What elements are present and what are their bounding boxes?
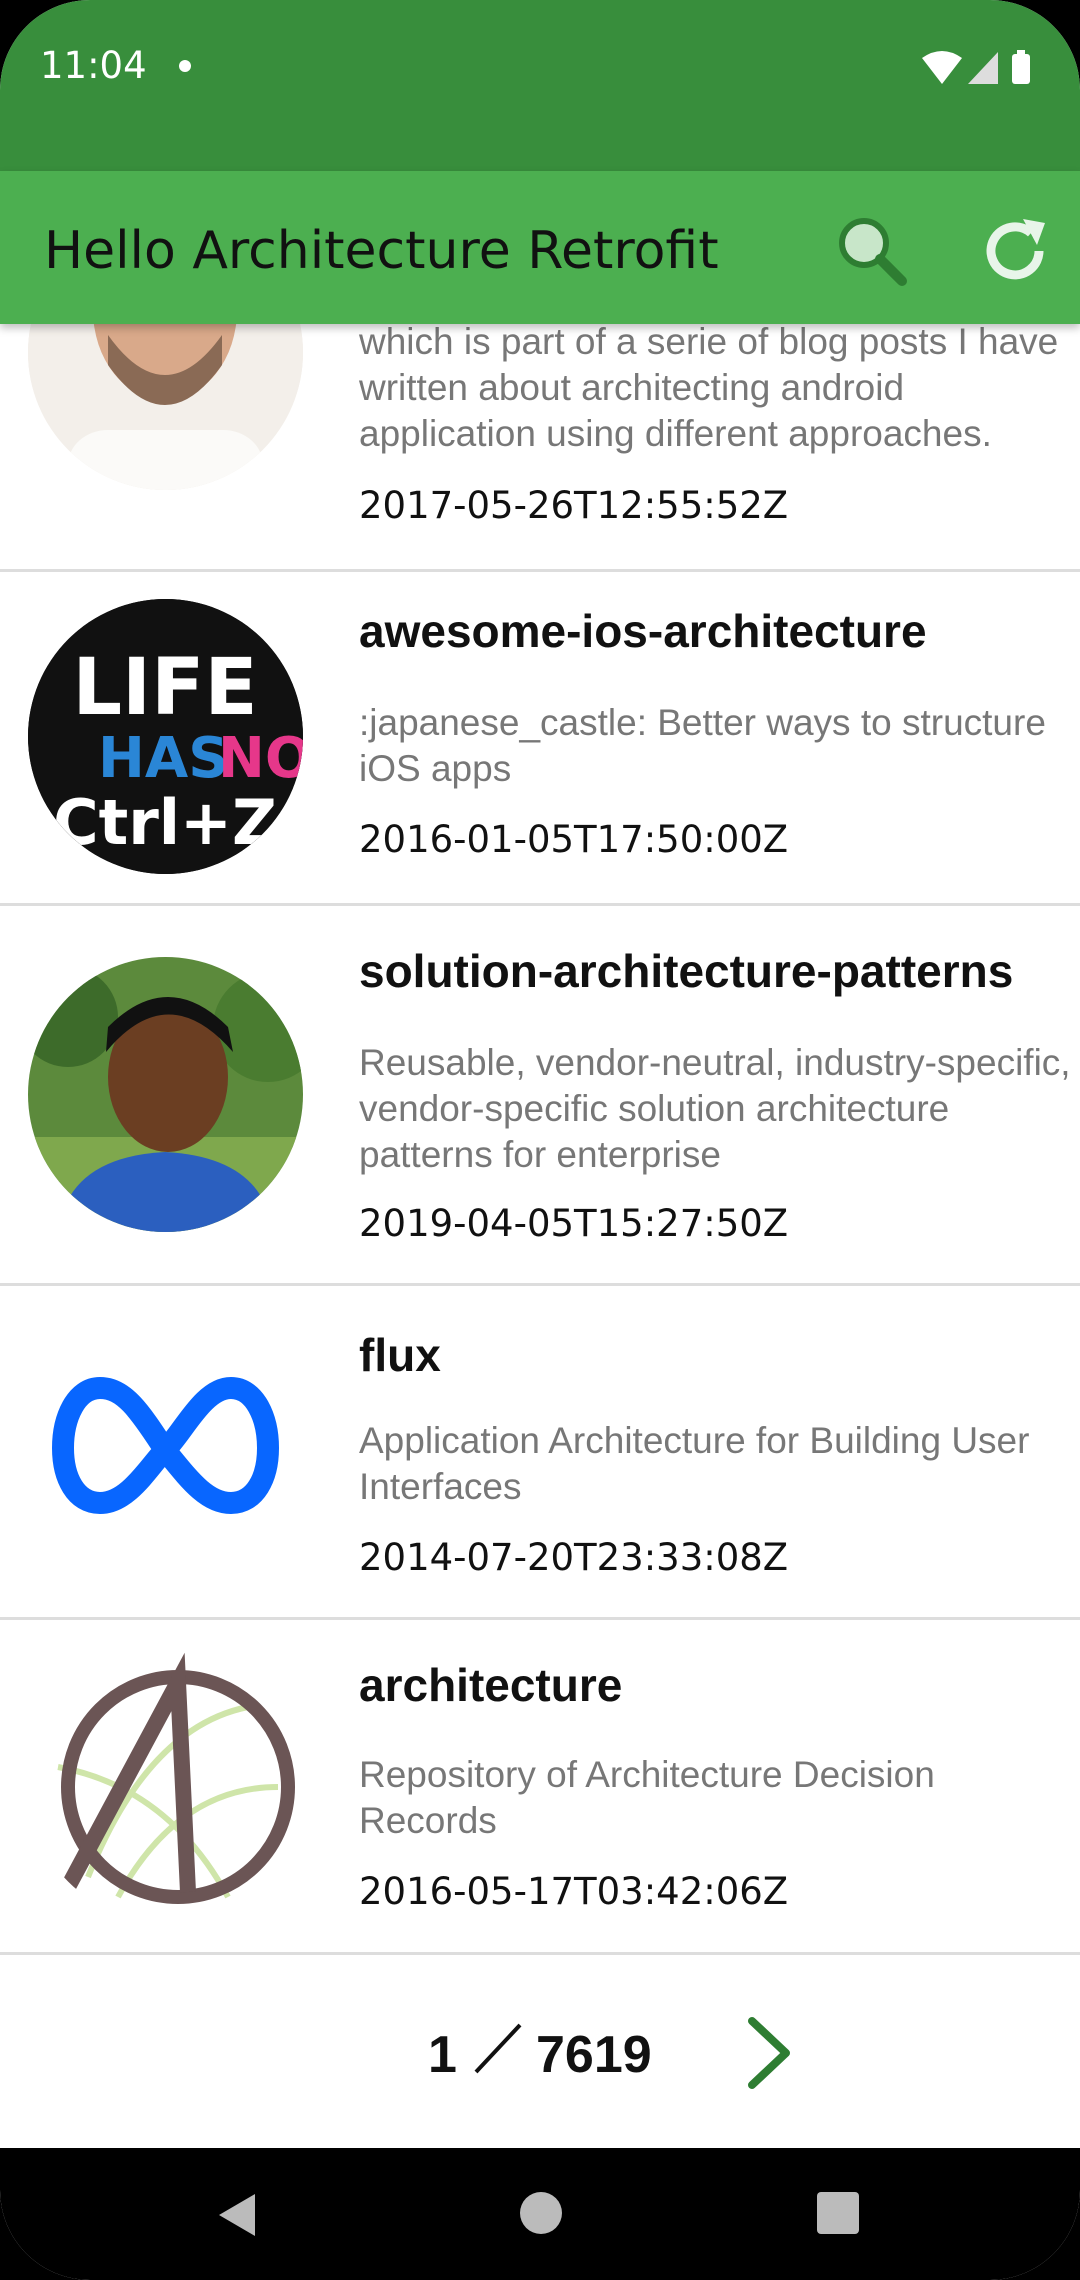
repo-description: Reusable, vendor-neutral, industry-speci…	[359, 1042, 1071, 1175]
refresh-button[interactable]	[975, 211, 1055, 291]
repo-row[interactable]: flux Application Architecture for Buildi…	[0, 1286, 1080, 1620]
home-icon[interactable]	[520, 2192, 562, 2234]
repo-description: Application Architecture for Building Us…	[359, 1420, 1030, 1507]
repo-date: 2017-05-26T12:55:52Z	[359, 484, 789, 527]
page-current: 1	[428, 2026, 457, 2084]
status-bar: 11:04	[0, 0, 1080, 171]
avatar-text: NO	[218, 726, 303, 791]
avatar-text: HAS	[98, 726, 229, 791]
avatar-text: LIFE	[72, 643, 257, 733]
repo-name: flux	[359, 1329, 441, 1381]
back-icon[interactable]	[215, 2190, 259, 2240]
page-total: 7619	[536, 2026, 652, 2084]
battery-icon	[1012, 54, 1030, 84]
repo-row[interactable]: LIFE HAS NO Ctrl+Z awesome-ios-architect…	[0, 572, 1080, 906]
repo-row[interactable]: which is part of a serie of blog posts I…	[0, 324, 1080, 572]
repo-row[interactable]: architecture Repository of Architecture …	[0, 1620, 1080, 1955]
app-title: Hello Architecture Retrofit	[44, 221, 719, 281]
search-icon	[839, 218, 907, 286]
repo-date: 2016-01-05T17:50:00Z	[359, 818, 789, 861]
avatar	[28, 957, 303, 1232]
avatar	[28, 1647, 303, 1922]
system-nav-bar	[0, 2148, 1080, 2280]
search-button[interactable]	[832, 211, 912, 291]
avatar	[28, 324, 303, 490]
meta-logo-icon	[51, 1376, 280, 1515]
repo-date: 2019-04-05T15:27:50Z	[359, 1202, 789, 1245]
notification-dot-icon	[179, 60, 191, 72]
avatar: LIFE HAS NO Ctrl+Z	[28, 599, 303, 874]
repo-description: :japanese_castle: Better ways to structu…	[359, 702, 1046, 789]
repo-row[interactable]: solution-architecture-patterns Reusable,…	[0, 906, 1080, 1286]
signal-icon	[968, 52, 998, 84]
repo-description: Repository of Architecture Decision Reco…	[359, 1754, 935, 1841]
wifi-icon	[922, 51, 962, 84]
status-icons	[922, 50, 1030, 84]
repo-name: architecture	[359, 1659, 623, 1711]
architecture-logo-icon	[57, 1652, 295, 1904]
app-bar: Hello Architecture Retrofit	[0, 171, 1080, 324]
pagination-bar: 1 7619	[0, 1955, 1080, 2148]
status-time: 11:04	[40, 44, 147, 87]
chevron-right-icon	[748, 2017, 790, 2089]
repo-list[interactable]: which is part of a serie of blog posts I…	[0, 324, 1080, 1955]
repo-name: solution-architecture-patterns	[359, 945, 1014, 997]
next-page-button[interactable]	[740, 2013, 800, 2093]
repo-name: awesome-ios-architecture	[359, 605, 927, 657]
slash-separator-icon	[474, 2023, 522, 2074]
app-screen: 11:04 Hello Architecture Retrofit which …	[0, 0, 1080, 2280]
avatar-text: Ctrl+Z	[53, 786, 277, 859]
repo-date: 2014-07-20T23:33:08Z	[359, 1536, 789, 1579]
avatar	[28, 1313, 303, 1588]
repo-description: which is part of a serie of blog posts I…	[359, 324, 1059, 454]
recents-icon[interactable]	[817, 2192, 859, 2234]
repo-date: 2016-05-17T03:42:06Z	[359, 1870, 789, 1913]
refresh-icon	[986, 219, 1045, 280]
